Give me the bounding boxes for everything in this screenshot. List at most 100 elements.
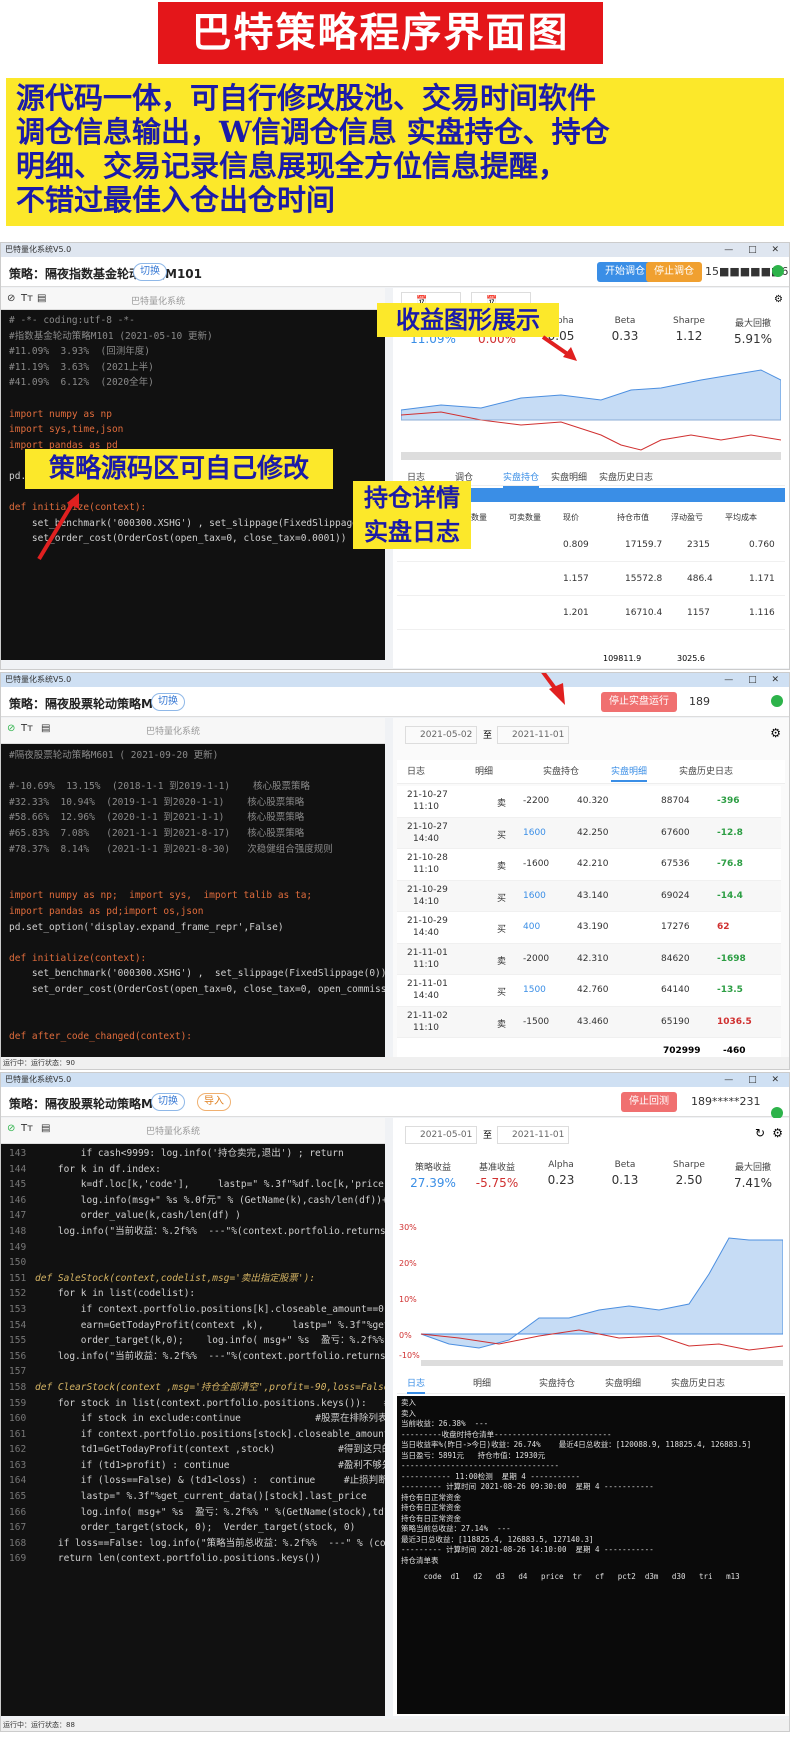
tab[interactable]: 实盘明细 [605, 1376, 641, 1389]
arrow-icon [541, 673, 565, 705]
trade-price: 40.320 [577, 796, 609, 806]
stop-backtest-button[interactable]: 停止回测 [621, 1092, 677, 1112]
settings-icon[interactable]: ⚙ [772, 1126, 783, 1140]
trade-qty: -1600 [523, 859, 550, 869]
tab[interactable]: 实盘历史日志 [679, 764, 733, 777]
editor-title: 巴特量化系统 [146, 1127, 201, 1137]
trade-side: 卖 [497, 862, 507, 872]
wechat-icon[interactable] [771, 695, 783, 707]
trade-time: 14:10 [413, 896, 439, 907]
tab[interactable]: 实盘历史日志 [599, 470, 653, 483]
settings-icon[interactable]: ⚙ [770, 726, 781, 740]
log-line: ----------- 11:00检测 星期 4 ----------- [401, 1471, 581, 1481]
tab[interactable]: 日志 [407, 764, 425, 777]
trade-date: 21-10-28 [407, 853, 448, 863]
line-number: 168 [9, 1537, 27, 1549]
tab[interactable]: 实盘历史日志 [671, 1376, 725, 1389]
check-icon[interactable]: ⊘ [7, 723, 15, 734]
table-row[interactable]: 1.157 15572.8 486.4 1.171 [397, 562, 785, 596]
stat-label: 最大回撤 [734, 319, 771, 329]
table-row[interactable]: 1.201 16710.4 1157 1.116 [397, 596, 785, 630]
code-text: #41.09% 6.12% (2020全年) [9, 377, 154, 389]
trade-date: 21-10-29 [407, 884, 448, 895]
check-icon[interactable]: ⊘ [7, 1123, 15, 1134]
code-line: #11.19% 3.63% (2021上半) [1, 360, 385, 376]
switch-button[interactable]: 切换 [151, 693, 185, 711]
start-date-input[interactable]: 2021-05-01 [405, 1126, 477, 1144]
trade-row[interactable]: 21-11-02 11:10 卖 -1500 43.460 65190 1036.5 [397, 1006, 781, 1038]
tab[interactable]: 实盘持仓 [503, 470, 540, 488]
window-controls[interactable]: — □ ✕ [724, 243, 785, 257]
font-icon[interactable]: Tт [21, 1123, 33, 1134]
trade-pnl: 62 [717, 922, 730, 932]
settings-icon[interactable]: ⚙ [774, 294, 783, 305]
start-button[interactable]: 开始调仓 [597, 262, 653, 282]
wechat-icon[interactable] [772, 265, 784, 277]
chart-scroll[interactable] [421, 1360, 783, 1366]
save-icon[interactable]: ▤ [41, 723, 50, 734]
trade-qty: 1600 [523, 827, 546, 838]
end-date-input[interactable]: 2021-11-01 [497, 726, 569, 744]
tab[interactable]: 实盘明细 [611, 764, 648, 782]
switch-button[interactable]: 切换 [151, 1093, 185, 1111]
trade-time: 11:10 [413, 802, 439, 812]
check-icon[interactable]: ⊘ [7, 293, 15, 304]
end-date-input[interactable]: 2021-11-01 [497, 1126, 569, 1144]
log-line: 当前收益：26.38% --- [401, 1419, 489, 1428]
trade-row[interactable]: 21-11-01 11:10 卖 -2000 42.310 84620 -1698 [397, 943, 781, 975]
trade-row[interactable]: 21-11-01 14:40 买 1500 42.760 64140 -13.5 [397, 975, 781, 1007]
trade-price: 42.250 [577, 827, 609, 838]
code-text: def after_code_changed(context): [9, 1030, 193, 1042]
trade-side: 买 [497, 830, 507, 841]
tab[interactable]: 明细 [475, 764, 493, 777]
window-controls[interactable]: — □ ✕ [724, 673, 785, 687]
window-controls[interactable]: — □ ✕ [724, 1073, 785, 1087]
tab[interactable]: 明细 [473, 1376, 491, 1389]
stat-label: Sharpe [673, 1160, 705, 1170]
code-text: # -*- coding:utf-8 -*- [9, 315, 135, 326]
trade-row[interactable]: 21-10-27 14:40 买 1600 42.250 67600 -12.8 [397, 817, 781, 849]
trade-row[interactable]: 21-10-27 11:10 卖 -2200 40.320 88704 -396 [397, 786, 781, 818]
start-date-input[interactable]: 2021-05-02 [405, 726, 477, 744]
line-number: 150 [9, 1257, 27, 1269]
refresh-icon[interactable]: ↻ [755, 1126, 765, 1140]
import-button[interactable]: 导入 [197, 1093, 231, 1111]
stat-item: Sharpe 2.50 [659, 1160, 719, 1187]
chart-scroll[interactable] [401, 452, 781, 460]
font-icon[interactable]: Tт [21, 723, 33, 734]
screenshot-2: 巴特量化系统V5.0 — □ ✕ 策略：隔夜股票轮动策略M601 切换 停止实盘运… [0, 672, 790, 1070]
log-line: 持仓有日正常资金 [401, 1492, 461, 1502]
stat-value: 0.23 [547, 1173, 575, 1187]
switch-button[interactable]: 切换 [133, 263, 167, 281]
stop-live-button[interactable]: 停止实盘运行 [601, 692, 677, 712]
font-icon[interactable]: Tт [21, 293, 33, 304]
code-line: import sys,time,json [1, 422, 385, 438]
tab[interactable]: 实盘持仓 [543, 764, 579, 777]
trade-row[interactable]: 21-10-29 14:40 买 400 43.190 17276 62 [397, 912, 781, 944]
code-text: return len(context.portfolio.positions.k… [35, 1553, 321, 1565]
tab[interactable]: 实盘明细 [551, 470, 587, 483]
code-line: 168 if loss==False: log.info("策略当前总收益：%.… [1, 1536, 385, 1552]
tab[interactable]: 实盘持仓 [539, 1376, 575, 1389]
code-text: log.info("当前收益：%.2f%% ---"%(context.port… [57, 1225, 385, 1237]
code-text: #指数基金轮动策略M101 (2021-05-10 更新) [9, 330, 213, 342]
save-icon[interactable]: ▤ [41, 1123, 50, 1134]
log-console[interactable]: 卖入 卖入 当前收益：26.38% --- ---------收盘时持仓清单-----… [397, 1396, 785, 1714]
line-number: 161 [9, 1428, 27, 1440]
stat-label: Beta [614, 1160, 636, 1170]
code-editor[interactable]: 143 if cash<9999: log.info('持仓卖完,退出') ; … [1, 1144, 385, 1716]
stop-button[interactable]: 停止调仓 [646, 262, 702, 282]
code-text: if cash<9999: log.info('持仓卖完,退出') ; retu… [35, 1148, 344, 1159]
stat-item: 最大回撤 7.41% [723, 1160, 783, 1190]
stat-item: Beta 0.33 [595, 316, 655, 343]
code-line: 165 lastp=" %.3f"%get_current_data()[sto… [1, 1489, 385, 1505]
code-line: 159 for stock in list(context.portfolio.… [1, 1396, 385, 1412]
trade-row[interactable]: 21-10-29 14:10 买 1600 43.140 69024 -14.4 [397, 880, 781, 912]
line-number: 148 [9, 1225, 27, 1237]
code-line: 163 if (td1>profit) : continue #盈利不够先不卖 [1, 1458, 385, 1474]
code-editor[interactable]: #隔夜股票轮动策略M601 ( 2021-09-20 更新) #-10.69% 1… [1, 744, 385, 1064]
trade-row[interactable]: 21-10-28 11:10 卖 -1600 42.210 67536 -76.8 [397, 849, 781, 881]
save-icon[interactable]: ▤ [37, 293, 46, 304]
tab[interactable]: 日志 [407, 1376, 426, 1394]
strategy-name: 策略：隔夜指数基金轮动策略M101 [9, 267, 202, 281]
